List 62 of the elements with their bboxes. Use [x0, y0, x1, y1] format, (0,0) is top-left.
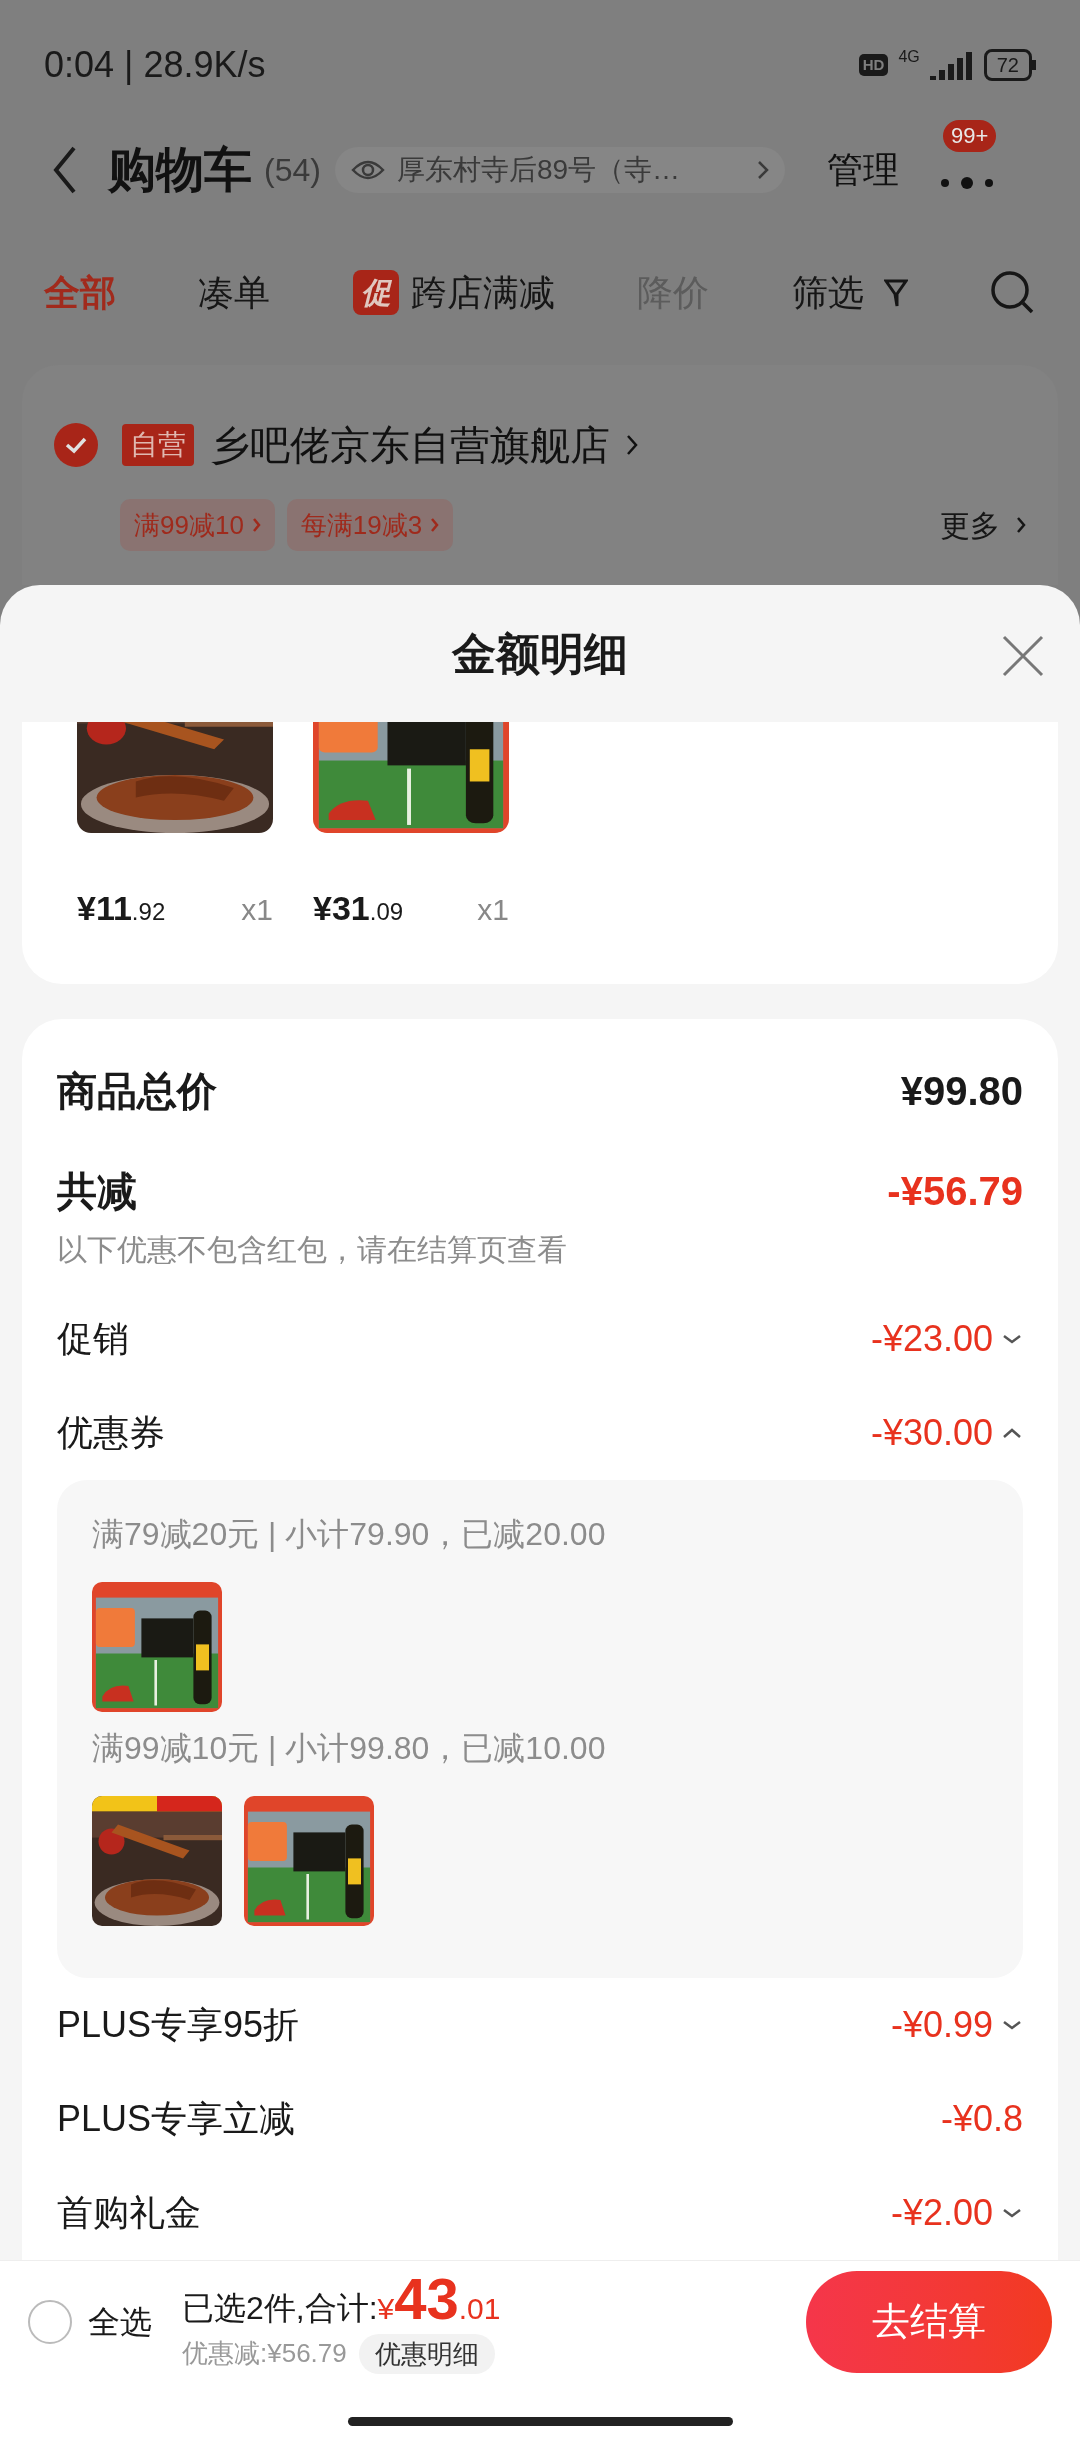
- discount-details-button[interactable]: 优惠明细: [358, 2333, 495, 2374]
- filter-tab[interactable]: 凑单: [198, 265, 271, 320]
- discount-value: -¥0.99: [890, 2003, 993, 2047]
- chevron-down-icon: [1001, 1332, 1023, 1346]
- discount-label: 促销: [57, 1317, 129, 1361]
- product-price: ¥11.92: [77, 888, 166, 929]
- product-quantity: x1: [241, 892, 273, 928]
- promo-badge: 促: [352, 270, 399, 315]
- search-icon[interactable]: [989, 269, 1036, 316]
- address-chip[interactable]: 厚东村寺后89号（寺…: [334, 147, 785, 193]
- discount-value: -¥23.00: [870, 1317, 993, 1361]
- product-price: ¥31.09: [313, 888, 404, 929]
- discount-label: PLUS专享立减: [57, 2097, 296, 2141]
- filter-button[interactable]: 筛选: [791, 265, 908, 320]
- total-label: 商品总价: [57, 1068, 217, 1115]
- filter-tab[interactable]: 促 跨店满减: [352, 265, 555, 320]
- total-value: ¥99.80: [900, 1068, 1023, 1115]
- back-icon[interactable]: [52, 144, 78, 196]
- store-name[interactable]: 乡吧佬京东自营旗舰店: [210, 415, 610, 475]
- discount-label: 首购礼金: [57, 2191, 201, 2235]
- selection-summary: 已选2件,合计:: [182, 2288, 378, 2328]
- discount-summary: 优惠减:¥56.79: [182, 2337, 347, 2370]
- reduction-note: 以下优惠不包含红包，请在结算页查看: [57, 1232, 568, 1268]
- reduction-label: 共减: [57, 1168, 137, 1215]
- product-quantity: x1: [477, 892, 509, 928]
- chevron-down-icon: [1001, 2206, 1023, 2220]
- discount-label: 优惠券: [57, 1411, 165, 1455]
- hd-indicator: HD: [858, 53, 889, 77]
- funnel-icon: [883, 277, 908, 308]
- chevron-right-icon: [251, 517, 261, 533]
- sheet-title: 金额明细: [452, 627, 628, 680]
- coupon-rule: 满99减10元 | 小计99.80，已减10.00: [92, 1729, 607, 1768]
- chevron-right-icon: [756, 160, 769, 180]
- cart-count: (54): [264, 151, 321, 190]
- more-icon[interactable]: [938, 176, 995, 190]
- select-all-label: 全选: [88, 2302, 152, 2342]
- checkout-button[interactable]: 去结算: [806, 2270, 1052, 2373]
- chevron-down-icon: [1001, 2018, 1023, 2032]
- chevron-right-icon: [1016, 516, 1026, 534]
- manage-button[interactable]: 管理: [826, 143, 899, 197]
- network-type: 4G: [898, 47, 920, 67]
- store-badge: 自营: [122, 424, 194, 466]
- discount-label: PLUS专享95折: [57, 2003, 300, 2047]
- reduction-value: -¥56.79: [887, 1168, 1023, 1215]
- select-all-checkbox[interactable]: [28, 2299, 72, 2344]
- discount-value: -¥0.8: [940, 2097, 1023, 2141]
- chevron-right-icon: [430, 517, 440, 533]
- signal-icon: [929, 50, 974, 80]
- page-title: 购物车: [108, 142, 252, 198]
- check-icon: [64, 436, 88, 454]
- chevron-up-icon: [1001, 1426, 1023, 1440]
- eye-icon: [350, 158, 385, 182]
- discount-value: -¥2.00: [890, 2191, 993, 2235]
- coupon-rule: 满79减20元 | 小计79.90，已减20.00: [92, 1515, 607, 1554]
- total-amount: ¥43.01: [377, 2269, 501, 2331]
- more-link[interactable]: 更多: [940, 502, 1026, 548]
- chevron-right-icon: [626, 434, 638, 456]
- discount-value: -¥30.00: [870, 1411, 993, 1455]
- status-time: 0:04 | 28.9K/s: [44, 43, 266, 87]
- close-icon[interactable]: [1002, 635, 1044, 677]
- notification-badge: 99+: [942, 120, 997, 152]
- store-checkbox[interactable]: [54, 423, 98, 467]
